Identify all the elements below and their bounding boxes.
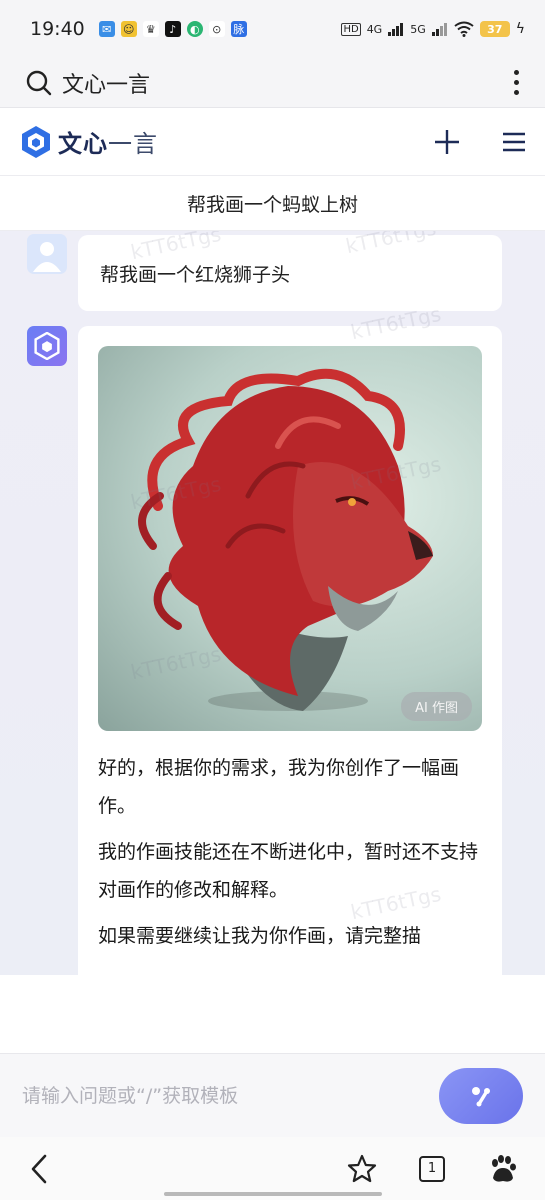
- notification-icons: ✉ ☺ ♛ ♪ ◐ ⊙ 脉: [98, 21, 247, 37]
- emoji-app-icon: ☺: [120, 21, 137, 37]
- user-message-bubble: 帮我画一个红烧狮子头: [78, 235, 502, 311]
- status-bar: 19:40 ✉ ☺ ♛ ♪ ◐ ⊙ 脉 HD 4G 5G 37 ϟ: [0, 0, 545, 58]
- bot-paragraph-2: 我的作画技能还在不断进化中，暂时还不支持对画作的修改和解释。: [98, 841, 479, 901]
- bot-message-text: 好的，根据你的需求，我为你创作了一幅画作。 我的作画技能还在不断进化中，暂时还不…: [98, 749, 482, 955]
- signal-icon-2: [431, 23, 447, 36]
- user-avatar-icon: [33, 242, 61, 272]
- input-bar: [0, 1053, 545, 1137]
- browser-search-bar[interactable]: 文心一言: [0, 58, 545, 108]
- bot-message-bubble: AI 作图 好的，根据你的需求，我为你创作了一幅画作。 我的作画技能还在不断进化…: [78, 326, 502, 975]
- chat-area[interactable]: 帮我画一个红烧狮子头 AI 作图 好的，根据你的需求，我为你创作了一幅画作。 我…: [0, 231, 545, 975]
- wenxin-logo-icon[interactable]: [20, 125, 52, 159]
- tab-count-button[interactable]: 1: [419, 1155, 445, 1182]
- network-4g-label: 4G: [366, 22, 383, 36]
- browser-bottom-nav: 1: [0, 1137, 545, 1200]
- ai-image-badge: AI 作图: [401, 692, 472, 721]
- bot-logo-icon: [34, 332, 60, 360]
- baidu-paw-icon[interactable]: [487, 1154, 517, 1184]
- question-input[interactable]: [22, 1084, 431, 1107]
- search-query-text[interactable]: 文心一言: [62, 67, 150, 99]
- browser-app-icon: ◐: [186, 21, 203, 37]
- user-avatar: [27, 234, 67, 274]
- generated-image[interactable]: AI 作图: [98, 346, 482, 731]
- charging-icon: ϟ: [515, 21, 525, 37]
- brand-name-light: 一言: [108, 130, 158, 158]
- battery-indicator: 37: [479, 21, 510, 37]
- brand-name[interactable]: 文心一言: [58, 124, 158, 159]
- new-chat-plus-icon[interactable]: [433, 128, 461, 156]
- app-header: 文心一言: [0, 108, 545, 176]
- status-indicators: HD 4G 5G 37 ϟ: [341, 21, 525, 37]
- bot-avatar: [27, 326, 67, 366]
- maimai-app-icon: 脉: [230, 21, 247, 37]
- favorite-star-icon[interactable]: [347, 1154, 377, 1184]
- conversation-title: 帮我画一个蚂蚁上树: [0, 177, 545, 231]
- tiktok-icon: ♪: [164, 21, 181, 37]
- status-time: 19:40: [30, 18, 85, 40]
- brand-name-bold: 文心: [58, 130, 108, 158]
- crown-icon: ♛: [142, 21, 159, 37]
- message-icon: ✉: [98, 21, 115, 37]
- hd-icon: HD: [341, 22, 361, 36]
- bot-paragraph-3: 如果需要继续让我为你作画，请完整描: [98, 925, 422, 947]
- signal-icon-1: [388, 23, 404, 36]
- menu-icon[interactable]: [501, 131, 527, 153]
- prompt-template-icon: [472, 1086, 490, 1106]
- nav-right-actions: 1: [347, 1154, 517, 1184]
- wifi-icon: [454, 21, 474, 37]
- header-actions: [433, 128, 527, 156]
- more-options-icon[interactable]: [510, 66, 523, 99]
- red-lion-image: [138, 368, 433, 711]
- timer-app-icon: ⊙: [208, 21, 225, 37]
- user-message-text: 帮我画一个红烧狮子头: [100, 263, 291, 286]
- send-button[interactable]: [439, 1067, 523, 1124]
- network-5g-label: 5G: [410, 22, 426, 36]
- bot-paragraph-1: 好的，根据你的需求，我为你创作了一幅画作。: [98, 757, 460, 817]
- back-icon[interactable]: [28, 1154, 50, 1184]
- home-indicator: [164, 1192, 382, 1196]
- search-icon[interactable]: [26, 70, 52, 96]
